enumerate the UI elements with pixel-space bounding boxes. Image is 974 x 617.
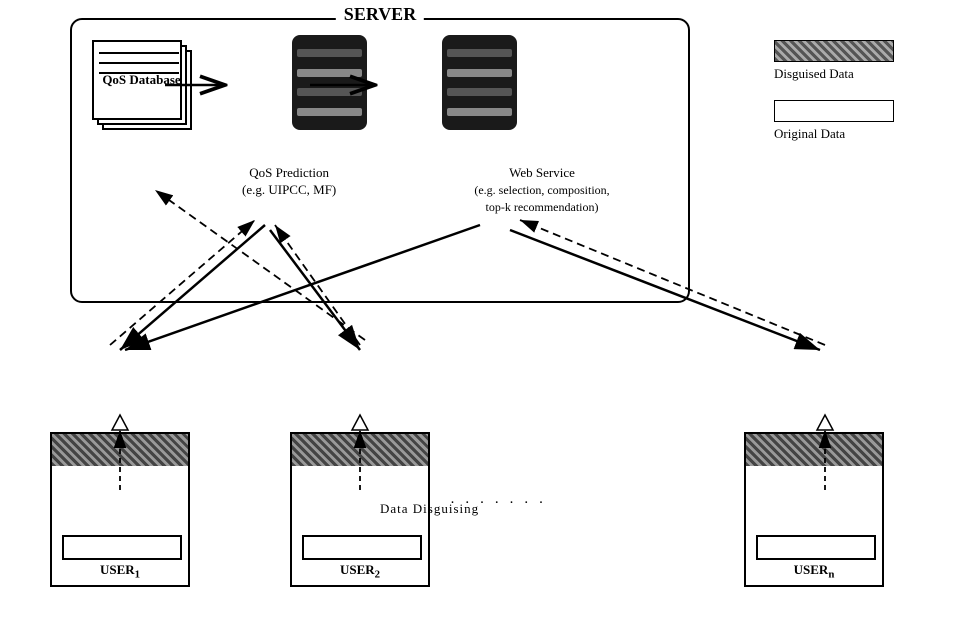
stripe (447, 49, 512, 57)
stripe (297, 49, 362, 57)
qos-prediction-text: QoS Prediction (249, 165, 329, 180)
user-1-subscript: 1 (135, 569, 140, 581)
stripe (297, 108, 362, 116)
user-1-original-bar (62, 535, 182, 560)
legend-disguised-label: Disguised Data (774, 66, 944, 82)
legend-disguised-box (774, 40, 894, 62)
user-2-label: USER2 (340, 562, 380, 581)
stripe (447, 108, 512, 116)
doc-line (99, 52, 179, 54)
qos-prediction-sub: (e.g. UIPCC, MF) (242, 182, 336, 197)
server-cylinder-1 (292, 35, 367, 130)
doc-line (99, 62, 179, 64)
server-label: SERVER (336, 4, 424, 25)
stripe (447, 88, 512, 96)
legend-disguised: Disguised Data (774, 40, 944, 82)
qos-prediction-label: QoS Prediction (e.g. UIPCC, MF) (242, 165, 336, 199)
data-disguising-label: Data Disguising (380, 501, 479, 517)
user-2-subscript: 2 (375, 569, 380, 581)
web-service-text: Web Service (509, 165, 575, 180)
main-diagram: SERVER QoS Database (10, 10, 964, 607)
doc-page-front: QoS Database (92, 40, 182, 120)
legend-original: Original Data (774, 100, 944, 142)
user-1-disguised-bar (52, 434, 188, 466)
qos-database: QoS Database (92, 40, 222, 150)
user-2-disguised-bar (292, 434, 428, 466)
stripe (297, 88, 362, 96)
stripe (447, 69, 512, 77)
server-box: SERVER QoS Database (70, 18, 690, 303)
user-1-label: USER1 (100, 562, 140, 581)
user-n-label: USERn (794, 562, 835, 581)
legend-original-box (774, 100, 894, 122)
server-cylinder-2 (442, 35, 517, 130)
stripe (297, 69, 362, 77)
legend: Disguised Data Original Data (774, 40, 944, 160)
user-box-n: USERn (744, 432, 884, 587)
qos-db-label: QoS Database (99, 72, 184, 88)
legend-original-label: Original Data (774, 126, 944, 142)
doc-stack: QoS Database (92, 40, 212, 140)
user-box-1: USER1 (50, 432, 190, 587)
user-n-disguised-bar (746, 434, 882, 466)
user-2-original-bar (302, 535, 422, 560)
user-n-original-bar (756, 535, 876, 560)
user-n-subscript: n (828, 569, 834, 581)
web-service-sub: (e.g. selection, composition,top-k recom… (474, 183, 609, 214)
web-service-label: Web Service (e.g. selection, composition… (442, 165, 642, 216)
